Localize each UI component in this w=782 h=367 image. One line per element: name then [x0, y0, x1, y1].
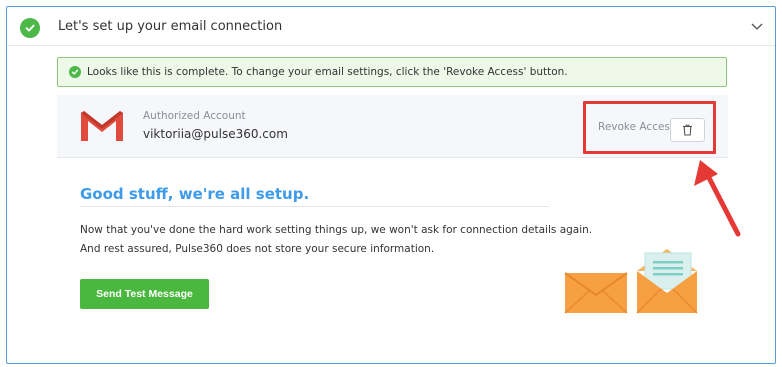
account-email: viktoriia@pulse360.com	[143, 127, 288, 141]
setup-description-line-1: Now that you've done the hard work setti…	[80, 224, 593, 236]
gmail-logo-icon	[81, 111, 123, 141]
account-caption: Authorized Account	[143, 110, 246, 122]
heading-divider	[80, 206, 549, 207]
header-divider	[7, 45, 775, 46]
check-circle-icon	[69, 66, 81, 78]
success-alert: Looks like this is complete. To change y…	[57, 57, 727, 87]
send-test-message-button[interactable]: Send Test Message	[80, 279, 209, 309]
revoke-access-label: Revoke Access	[598, 121, 676, 133]
check-circle-icon	[20, 18, 40, 38]
alert-text: Looks like this is complete. To change y…	[87, 66, 568, 78]
setup-description: Now that you've done the hard work setti…	[80, 221, 600, 259]
email-connection-card: Let's set up your email connection Looks…	[6, 6, 776, 364]
chevron-down-icon[interactable]	[749, 18, 765, 34]
revoke-access-button[interactable]	[670, 118, 705, 142]
setup-description-line-2: And rest assured, Pulse360 does not stor…	[80, 243, 435, 255]
section-title: Let's set up your email connection	[58, 19, 283, 34]
authorized-account-row: Authorized Account viktoriia@pulse360.co…	[57, 95, 728, 158]
red-arrow-annotation	[694, 160, 741, 237]
setup-heading: Good stuff, we're all setup.	[80, 185, 310, 203]
envelopes-illustration	[564, 249, 698, 314]
trash-icon	[683, 124, 692, 136]
